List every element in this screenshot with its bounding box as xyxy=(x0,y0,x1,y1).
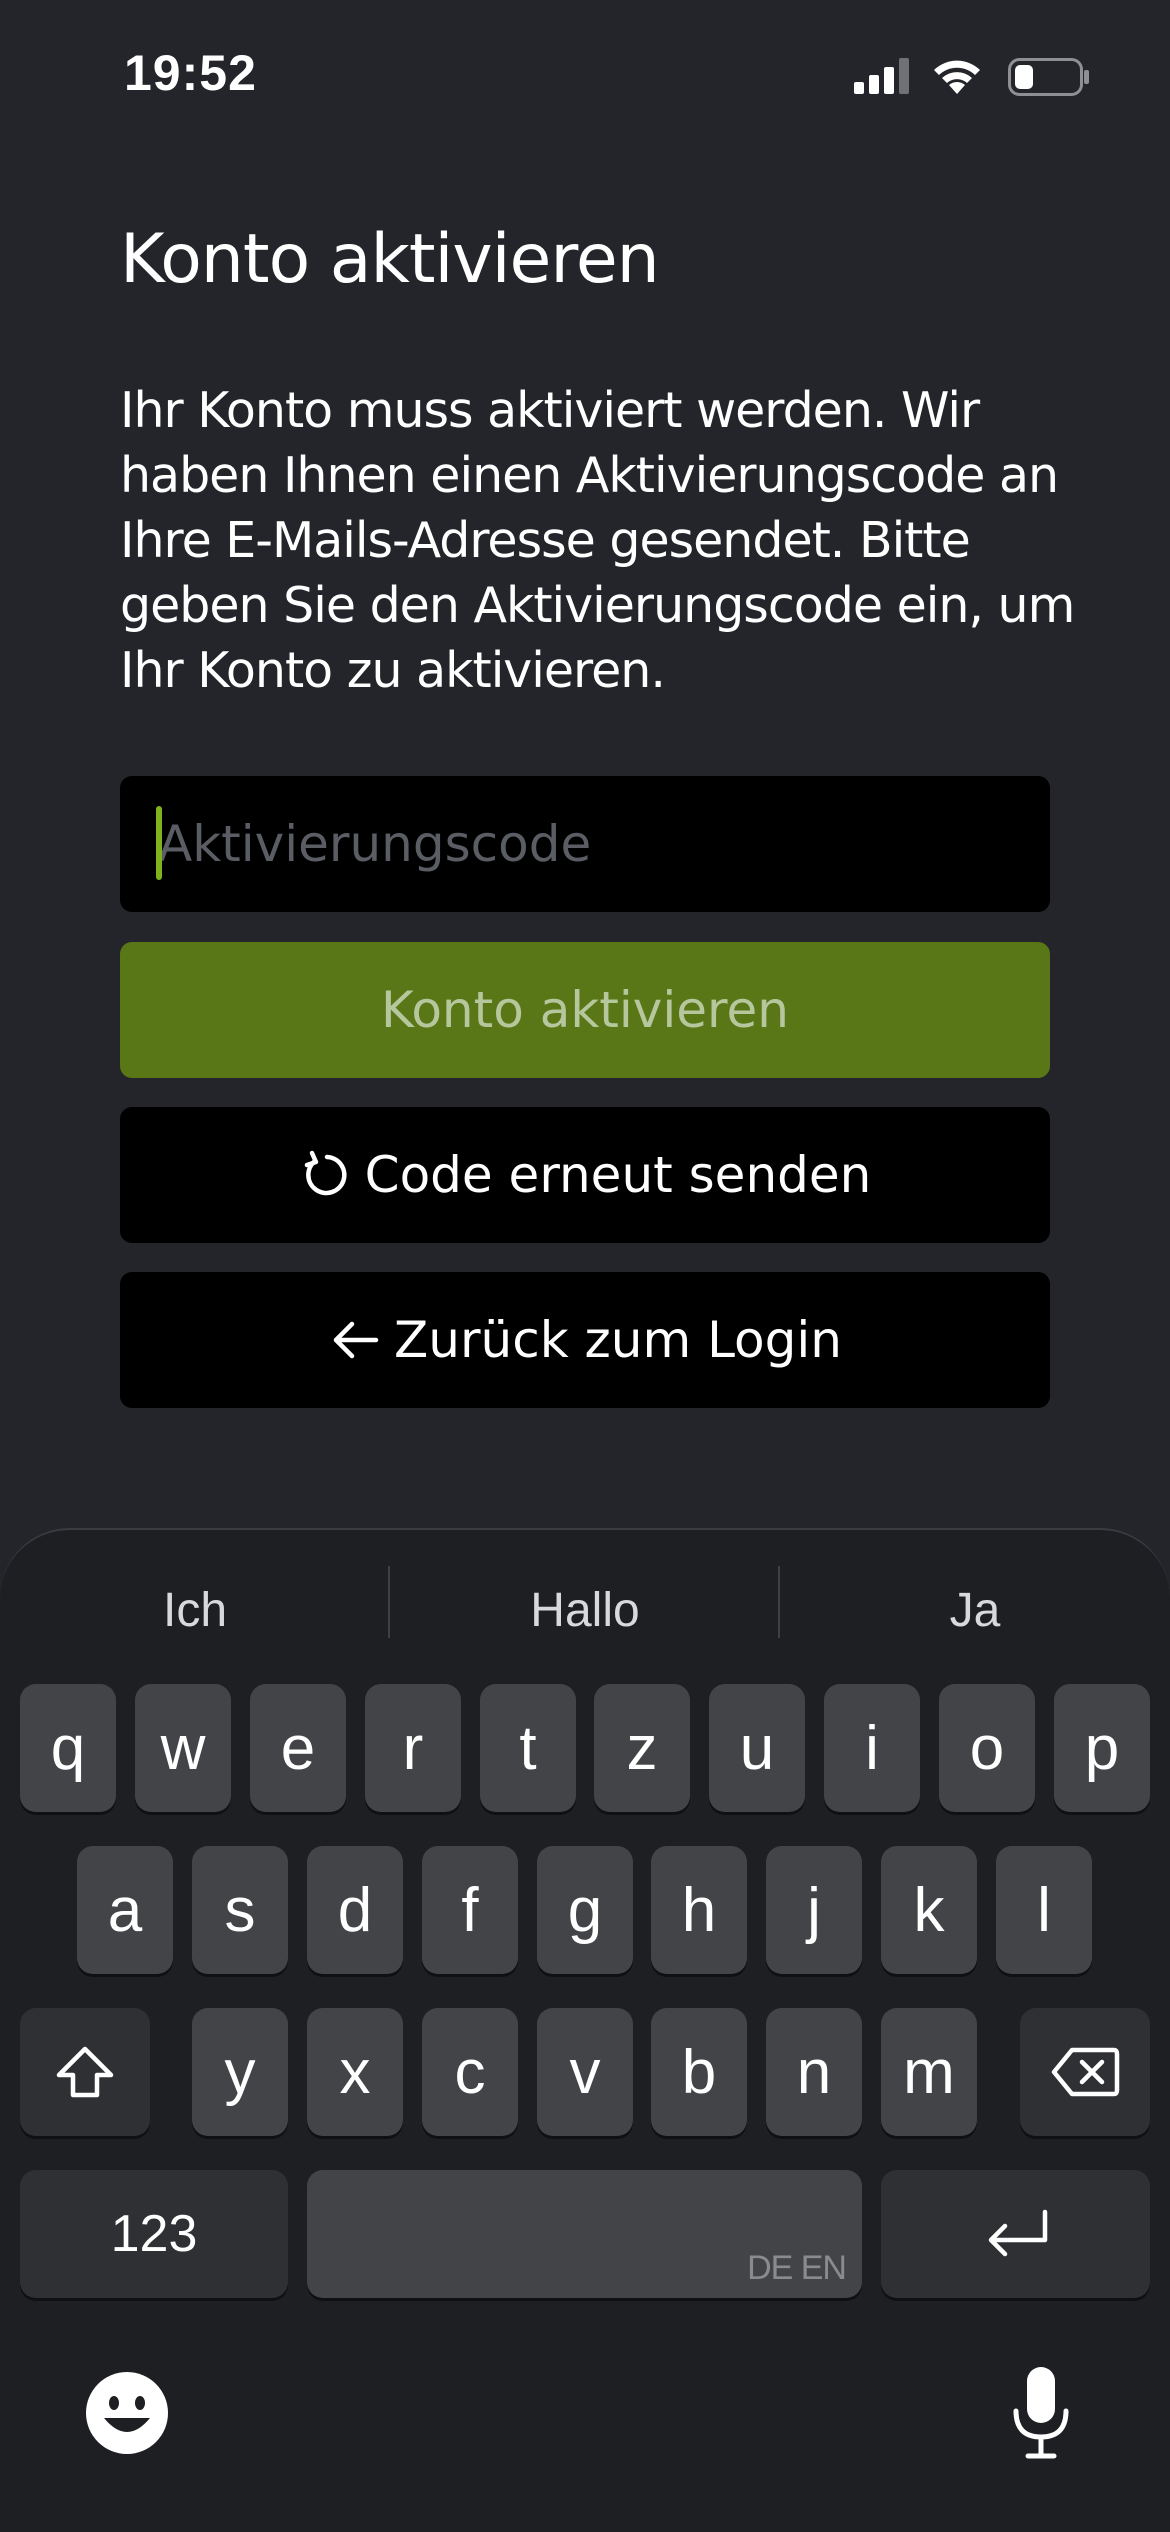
battery-low-icon xyxy=(1008,58,1089,96)
backspace-icon xyxy=(1051,2047,1120,2097)
key-r[interactable]: r xyxy=(365,1684,461,1812)
suggestion-2[interactable]: Hallo xyxy=(390,1570,780,1650)
refresh-icon xyxy=(304,1150,347,1196)
key-e[interactable]: e xyxy=(250,1684,346,1812)
key-z[interactable]: z xyxy=(594,1684,690,1812)
key-v[interactable]: v xyxy=(537,2008,633,2136)
resend-code-label: Code erneut senden xyxy=(364,1146,872,1204)
key-q[interactable]: q xyxy=(20,1684,116,1812)
key-n[interactable]: n xyxy=(766,2008,862,2136)
shift-key[interactable] xyxy=(20,2008,150,2136)
key-t[interactable]: t xyxy=(480,1684,576,1812)
key-d[interactable]: d xyxy=(307,1846,403,1974)
keyboard-suggestions: Ich Hallo Ja xyxy=(0,1530,1170,1680)
emoji-icon[interactable] xyxy=(84,2370,170,2456)
return-icon xyxy=(988,2209,1047,2257)
key-g[interactable]: g xyxy=(537,1846,633,1974)
onscreen-keyboard: Ich Hallo Ja q w e r t z u i o p a s d f… xyxy=(0,1528,1170,2532)
activation-code-field[interactable] xyxy=(120,776,1050,912)
key-c[interactable]: c xyxy=(422,2008,518,2136)
resend-code-button[interactable]: Code erneut senden xyxy=(120,1107,1050,1243)
microphone-icon[interactable] xyxy=(1010,2365,1072,2461)
status-bar: 19:52 xyxy=(0,0,1170,150)
key-p[interactable]: p xyxy=(1054,1684,1150,1812)
key-l[interactable]: l xyxy=(996,1846,1092,1974)
cellular-signal-icon xyxy=(854,58,909,94)
key-j[interactable]: j xyxy=(766,1846,862,1974)
key-m[interactable]: m xyxy=(881,2008,977,2136)
back-to-login-label: Zurück zum Login xyxy=(394,1311,842,1369)
space-key[interactable]: DE EN xyxy=(307,2170,862,2298)
key-k[interactable]: k xyxy=(881,1846,977,1974)
text-cursor xyxy=(156,806,162,880)
space-languages: DE EN xyxy=(747,2249,847,2287)
key-h[interactable]: h xyxy=(651,1846,747,1974)
arrow-left-icon xyxy=(333,1321,379,1359)
key-x[interactable]: x xyxy=(307,2008,403,2136)
shift-icon xyxy=(56,2046,114,2098)
app-screen: 19:52 Konto aktivieren Ihr Konto muss ak… xyxy=(0,0,1170,2532)
back-to-login-button[interactable]: Zurück zum Login xyxy=(120,1272,1050,1408)
key-o[interactable]: o xyxy=(939,1684,1035,1812)
key-a[interactable]: a xyxy=(77,1846,173,1974)
key-f[interactable]: f xyxy=(422,1846,518,1974)
activate-account-label: Konto aktivieren xyxy=(381,981,789,1039)
key-w[interactable]: w xyxy=(135,1684,231,1812)
activate-account-button[interactable]: Konto aktivieren xyxy=(120,942,1050,1078)
activation-code-input[interactable] xyxy=(120,776,1050,912)
wifi-icon xyxy=(934,60,980,94)
status-time: 19:52 xyxy=(124,45,257,101)
backspace-key[interactable] xyxy=(1020,2008,1150,2136)
page-title: Konto aktivieren xyxy=(120,220,660,299)
key-u[interactable]: u xyxy=(709,1684,805,1812)
suggestion-3[interactable]: Ja xyxy=(780,1570,1170,1650)
numbers-key[interactable]: 123 xyxy=(20,2170,288,2298)
return-key[interactable] xyxy=(881,2170,1150,2298)
key-s[interactable]: s xyxy=(192,1846,288,1974)
suggestion-1[interactable]: Ich xyxy=(0,1570,390,1650)
key-b[interactable]: b xyxy=(651,2008,747,2136)
activation-description: Ihr Konto muss aktiviert werden. Wir hab… xyxy=(120,382,1075,699)
key-i[interactable]: i xyxy=(824,1684,920,1812)
key-y[interactable]: y xyxy=(192,2008,288,2136)
